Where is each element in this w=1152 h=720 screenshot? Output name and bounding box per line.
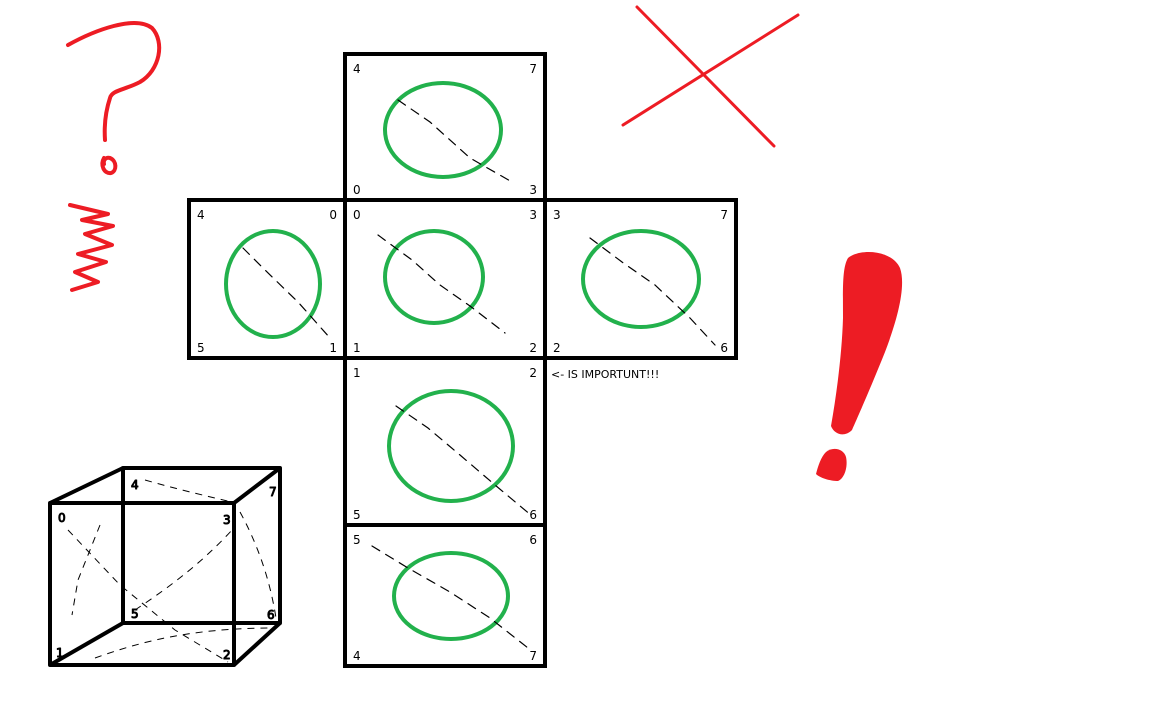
face-front-circle	[383, 229, 485, 325]
face-left-vertex-br: 1	[329, 341, 337, 355]
cube-vertex-2: 2	[223, 648, 231, 662]
diagram-canvas: 4 70 34 05 10 31 23 72 61 25 65 64 7 <- IS IMPORTUNT…	[48, 5, 903, 668]
face-front: 0 3 1 2	[343, 198, 547, 360]
face-bottom-vertex-bl: 5	[353, 508, 361, 522]
faces-layer: 4 70 34 05 10 31 23 72 61 25 65 64 7	[187, 52, 738, 668]
face-front-vertex-br: 2	[529, 341, 537, 355]
face-left-circle	[224, 229, 322, 339]
face-left-vertex-bl: 5	[197, 341, 205, 355]
face-front-dashed-diagonal	[377, 234, 506, 334]
face-front-vertex-bl: 1	[353, 341, 361, 355]
face-back-square	[343, 523, 547, 668]
exclamation-dot-shape	[816, 448, 847, 481]
face-right-vertex-tr: 7	[720, 208, 728, 222]
cube-vertex-4: 4	[131, 478, 139, 492]
cube-back-face	[121, 466, 282, 625]
cube-vertex-0: 0	[58, 511, 66, 525]
face-back-vertex-tl: 5	[353, 533, 361, 547]
question-mark-scribble	[66, 21, 162, 142]
face-bottom-circle	[387, 389, 515, 503]
red-scribbles	[66, 5, 903, 481]
cross-stroke-2	[621, 13, 800, 127]
cube-dashed-diagonal-6	[71, 524, 101, 616]
zigzag-scribble	[68, 203, 115, 292]
face-back-vertex-br: 7	[529, 649, 537, 663]
face-top-vertex-tr: 7	[529, 62, 537, 76]
cross-stroke-1	[635, 5, 776, 148]
face-bottom-vertex-br: 6	[529, 508, 537, 522]
exclamation-bar-shape	[831, 252, 903, 435]
question-dot-scribble	[100, 155, 118, 176]
face-back-vertex-tr: 6	[529, 533, 537, 547]
face-front-vertex-tl: 0	[353, 208, 361, 222]
cube-vertex-7: 7	[269, 485, 277, 499]
cube-vertex-1: 1	[56, 646, 64, 660]
face-left: 4 0 5 1	[187, 198, 347, 360]
cube-vertex-6: 6	[267, 608, 275, 622]
cube-wireframe: 0 1 2 3 4 5 6 7	[48, 466, 282, 667]
face-right-vertex-tl: 3	[553, 208, 561, 222]
face-right-vertex-br: 6	[720, 341, 728, 355]
face-right: 3 7 2 6	[543, 198, 738, 360]
face-bottom: 1 2 5 6	[343, 356, 547, 527]
face-top: 4 7 0 3	[343, 52, 547, 202]
face-back-vertex-bl: 4	[353, 649, 361, 663]
face-top-circle	[383, 81, 503, 179]
cube-edge-2-6	[232, 621, 282, 667]
face-bottom-vertex-tl: 1	[353, 366, 361, 380]
face-right-circle	[581, 229, 701, 329]
face-front-square	[343, 198, 547, 360]
face-back-circle	[392, 551, 510, 641]
cube-front-face	[48, 501, 236, 667]
important-note: <- IS IMPORTUNT!!!	[551, 368, 659, 381]
face-front-vertex-tr: 3	[529, 208, 537, 222]
cube-net: 4 70 34 05 10 31 23 72 61 25 65 64 7 <- IS IMPORTUNT…	[187, 52, 738, 668]
face-right-square	[543, 198, 738, 360]
face-top-vertex-tl: 4	[353, 62, 361, 76]
face-bottom-vertex-tr: 2	[529, 366, 537, 380]
cube-vertex-3: 3	[223, 513, 231, 527]
face-right-vertex-bl: 2	[553, 341, 561, 355]
cube-edge-0-4	[49, 466, 124, 505]
face-top-vertex-br: 3	[529, 183, 537, 197]
cube-dashed-diagonal-2	[134, 529, 233, 611]
cube-vertex-5: 5	[131, 607, 139, 621]
face-left-vertex-tl: 4	[197, 208, 205, 222]
cube-dashed-diagonal-3	[144, 479, 237, 504]
face-top-vertex-bl: 0	[353, 183, 361, 197]
face-back: 5 6 4 7	[343, 523, 547, 668]
cube-dashed-diagonal-4	[239, 511, 277, 619]
face-left-vertex-tr: 0	[329, 208, 337, 222]
